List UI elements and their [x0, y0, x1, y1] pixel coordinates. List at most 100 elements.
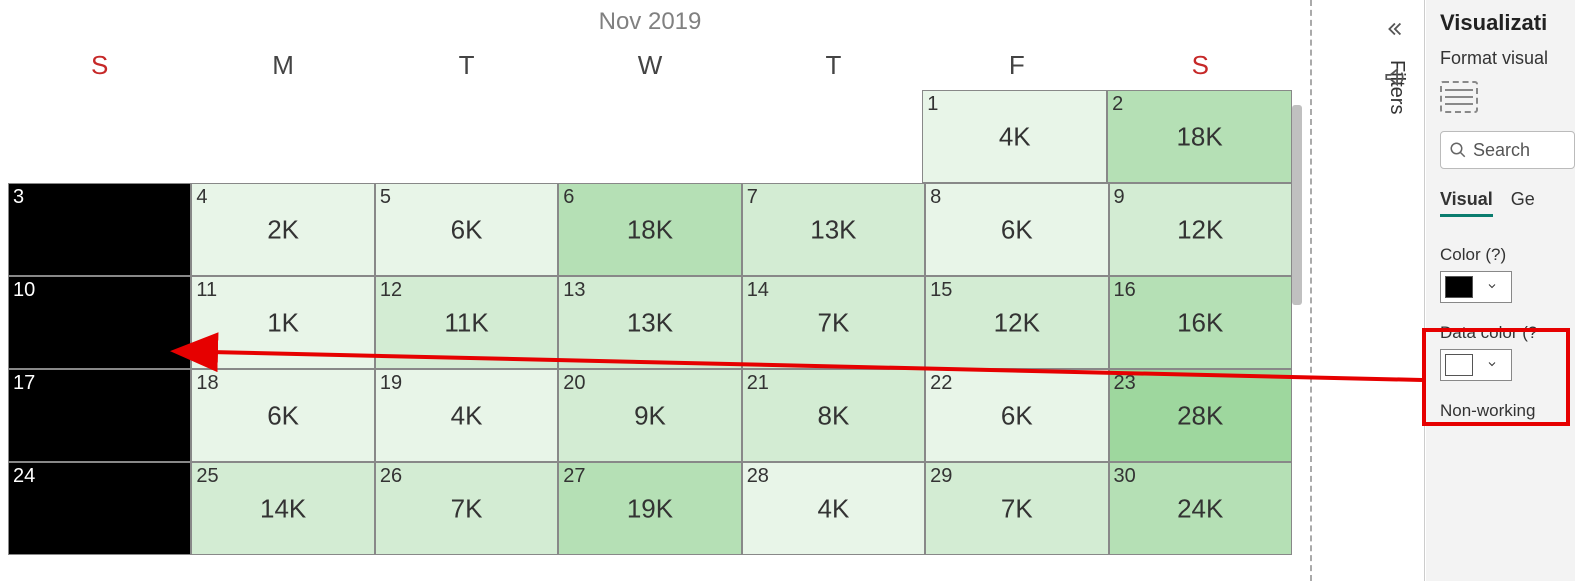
day-number: 24: [13, 465, 35, 488]
day-value: 6K: [1001, 400, 1033, 431]
tab-visual[interactable]: Visual: [1440, 189, 1493, 217]
calendar-day-cell[interactable]: 2719K: [558, 462, 741, 555]
day-value: 13K: [810, 214, 856, 245]
nonworking-property-group: Non-working: [1440, 401, 1575, 421]
day-number: 6: [563, 186, 574, 209]
day-header: T: [375, 40, 558, 90]
day-value: 7K: [817, 307, 849, 338]
calendar-week-row: 3 42K56K6 18K 713K86K 9 12K: [8, 183, 1292, 276]
calendar-day-cell[interactable]: 17: [8, 369, 191, 462]
calendar-day-cell[interactable]: 9 12K: [1109, 183, 1292, 276]
calendar-day-cell[interactable]: 20 9K: [558, 369, 741, 462]
day-number: 26: [380, 465, 402, 488]
chevron-down-icon: [1473, 279, 1511, 295]
calendar-day-cell[interactable]: 1313K: [558, 276, 741, 369]
day-header: M: [191, 40, 374, 90]
color-picker[interactable]: [1440, 271, 1512, 303]
calendar-blank-cell: [739, 90, 922, 183]
day-number: 30: [1114, 465, 1136, 488]
color-swatch: [1445, 276, 1473, 298]
day-number: 3: [13, 186, 24, 209]
calendar-day-cell[interactable]: 21 8K: [742, 369, 925, 462]
search-placeholder: Search: [1473, 140, 1530, 161]
day-value: 7K: [451, 493, 483, 524]
calendar-day-cell[interactable]: 284K: [742, 462, 925, 555]
calendar-day-cell[interactable]: 14K: [922, 90, 1107, 183]
day-number: 1: [927, 93, 938, 116]
calendar-day-cell[interactable]: 111K: [191, 276, 374, 369]
day-value: 2K: [267, 214, 299, 245]
day-value: 9K: [634, 400, 666, 431]
day-number: 14: [747, 279, 769, 302]
day-header: W: [558, 40, 741, 90]
tab-general[interactable]: Ge: [1511, 189, 1535, 217]
search-input[interactable]: Search: [1440, 131, 1575, 169]
calendar-day-cell[interactable]: 26 7K: [375, 462, 558, 555]
calendar-week-row: 10 111K 12 11K 1313K 14 7K 1512K1616K: [8, 276, 1292, 369]
calendar-day-cell[interactable]: 22 6K: [925, 369, 1108, 462]
calendar-day-cell[interactable]: 10: [8, 276, 191, 369]
calendar-visual[interactable]: Nov 2019 SMTWTFS 14K218K342K56K618K713K8…: [0, 0, 1300, 581]
data-color-swatch: [1445, 354, 1473, 376]
calendar-day-cell[interactable]: 25 14K: [191, 462, 374, 555]
calendar-day-cell[interactable]: 713K: [742, 183, 925, 276]
day-number: 10: [13, 279, 35, 302]
collapse-filters-button[interactable]: [1383, 18, 1424, 46]
day-number: 29: [930, 465, 952, 488]
data-color-label: Data color (?: [1440, 323, 1575, 343]
calendar-day-cell[interactable]: 1616K: [1109, 276, 1292, 369]
day-number: 21: [747, 372, 769, 395]
calendar-day-cell[interactable]: 42K: [191, 183, 374, 276]
calendar-day-cell[interactable]: 1512K: [925, 276, 1108, 369]
day-number: 11: [196, 279, 217, 302]
calendar-day-cell[interactable]: 2328K: [1109, 369, 1292, 462]
day-number: 9: [1114, 186, 1125, 209]
filters-pane: Filters: [1335, 0, 1425, 581]
color-property-group: Color (?): [1440, 245, 1575, 303]
day-value: 18K: [1176, 121, 1222, 152]
calendar-day-cell[interactable]: 3024K: [1109, 462, 1292, 555]
calendar-day-cell[interactable]: 24: [8, 462, 191, 555]
day-value: 18K: [627, 214, 673, 245]
data-color-picker[interactable]: [1440, 349, 1512, 381]
day-number: 25: [196, 465, 218, 488]
day-header: S: [8, 40, 191, 90]
day-number: 8: [930, 186, 941, 209]
day-value: 11K: [444, 307, 488, 338]
day-number: 22: [930, 372, 952, 395]
calendar-day-cell[interactable]: 86K: [925, 183, 1108, 276]
visual-type-icon[interactable]: [1440, 81, 1478, 113]
day-number: 20: [563, 372, 585, 395]
calendar-day-cell[interactable]: 186K: [191, 369, 374, 462]
data-color-property-group: Data color (?: [1440, 323, 1575, 381]
visualizations-title: Visualizati: [1440, 10, 1575, 36]
day-value: 8K: [817, 400, 849, 431]
calendar-week-row: 24 25 14K 26 7K 2719K284K297K3024K: [8, 462, 1292, 555]
day-value: 6K: [267, 400, 299, 431]
day-header: S: [1109, 40, 1292, 90]
day-number: 23: [1114, 372, 1136, 395]
day-number: 5: [380, 186, 391, 209]
calendar-day-cell[interactable]: 12 11K: [375, 276, 558, 369]
calendar-day-cell[interactable]: 3: [8, 183, 191, 276]
calendar-day-cell[interactable]: 56K: [375, 183, 558, 276]
calendar-day-cell[interactable]: 6 18K: [558, 183, 741, 276]
day-value: 12K: [1177, 214, 1223, 245]
calendar-day-cell[interactable]: 297K: [925, 462, 1108, 555]
day-header: T: [742, 40, 925, 90]
calendar-day-cell[interactable]: 194K: [375, 369, 558, 462]
day-number: 12: [380, 279, 402, 302]
day-number: 2: [1112, 93, 1123, 116]
day-value: 14K: [260, 493, 306, 524]
scrollbar-thumb[interactable]: [1292, 105, 1302, 305]
day-number: 27: [563, 465, 585, 488]
format-tabs: Visual Ge: [1440, 189, 1575, 217]
calendar-week-row: 17186K194K20 9K 21 8K 22 6K 2328K: [8, 369, 1292, 462]
nonworking-label: Non-working: [1440, 401, 1575, 421]
calendar-day-cell[interactable]: 2 18K: [1107, 90, 1292, 183]
search-icon: [1449, 141, 1467, 159]
day-number: 28: [747, 465, 769, 488]
calendar-day-cell[interactable]: 14 7K: [742, 276, 925, 369]
chevron-down-icon: [1473, 357, 1511, 373]
visual-scrollbar[interactable]: [1292, 0, 1302, 581]
